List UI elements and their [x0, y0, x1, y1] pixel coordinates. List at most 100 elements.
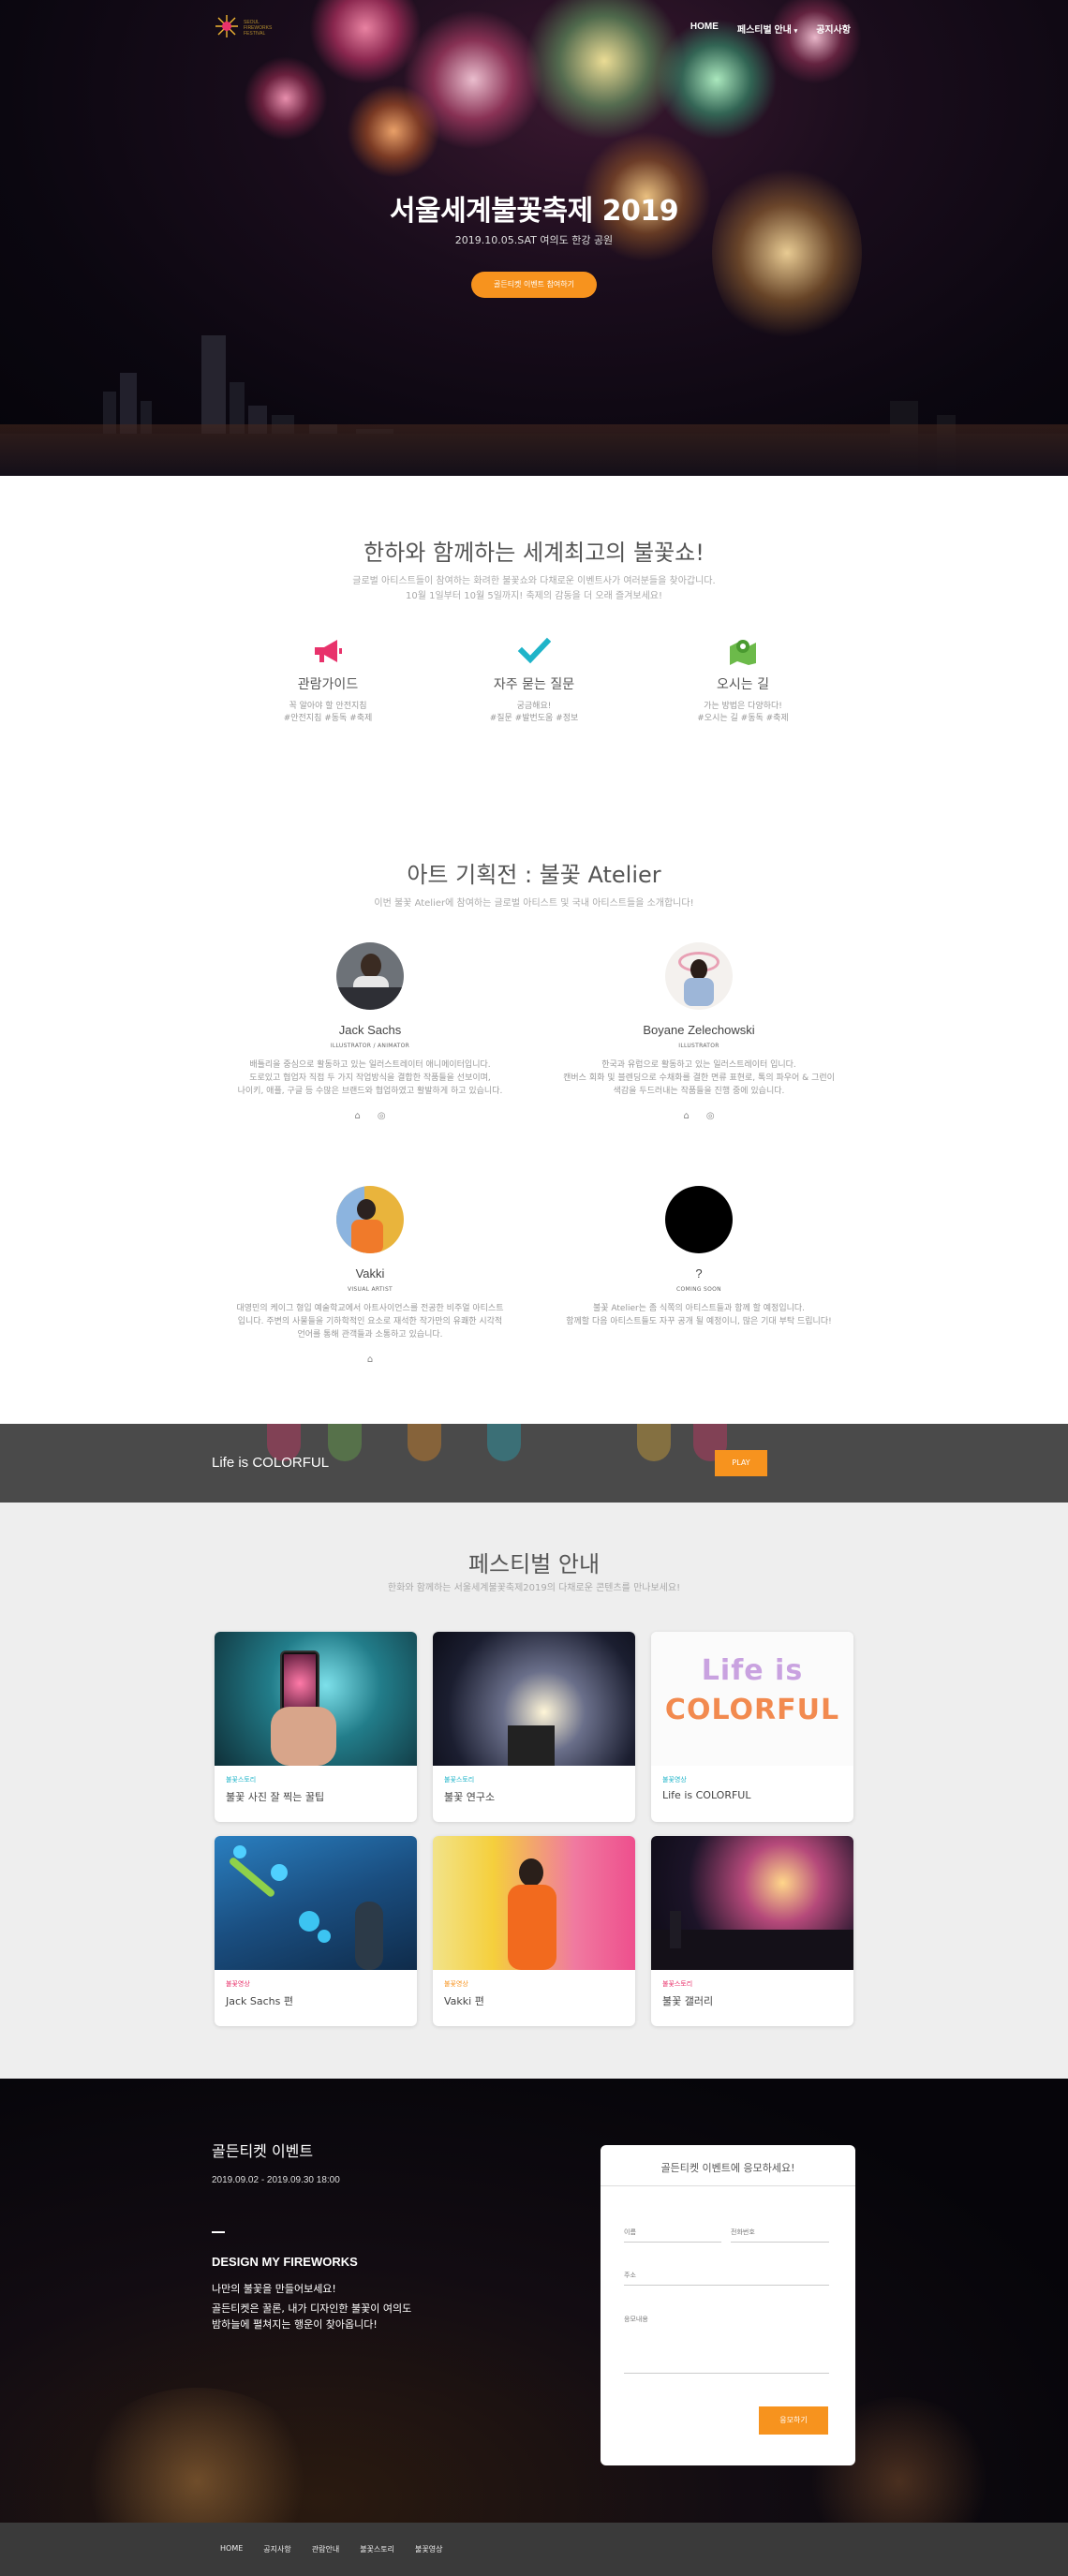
divider — [601, 2185, 855, 2186]
card-category: 불꽃스토리 — [662, 1980, 693, 1988]
content-card[interactable]: 불꽃영상 Jack Sachs 편 — [215, 1836, 417, 2026]
nav-item-home[interactable]: HOME — [690, 22, 719, 36]
chevron-down-icon: ▾ — [794, 28, 798, 35]
content-card[interactable]: 불꽃스토리 불꽃 연구소 — [433, 1632, 635, 1822]
avatar — [336, 942, 404, 1010]
event-heading: DESIGN MY FIREWORKS — [212, 2255, 358, 2269]
content-card[interactable]: 불꽃영상 Vakki 편 — [433, 1836, 635, 2026]
feature-title: 관람가이드 — [297, 677, 359, 692]
event-title: 골든티켓 이벤트 — [212, 2142, 314, 2160]
instagram-icon[interactable]: ◎ — [378, 1111, 386, 1121]
footer: HOME 공지사항 관람안내 불꽃스토리 불꽃영상 — [0, 2523, 1068, 2576]
avatar — [336, 1186, 404, 1253]
card-title: 불꽃 갤러리 — [662, 1995, 714, 2007]
artist-socials: ⌂ ◎ — [215, 1111, 525, 1121]
home-icon[interactable]: ⌂ — [683, 1111, 689, 1121]
artist-card-vakki: Vakki VISUAL ARTIST 대영민의 케이그 형입 예술학교에서 아… — [215, 1186, 525, 1365]
home-icon[interactable]: ⌂ — [367, 1355, 373, 1365]
decorative-shape — [487, 1424, 521, 1461]
megaphone-icon — [315, 640, 342, 662]
footer-link-home[interactable]: HOME — [220, 2544, 243, 2554]
play-button[interactable]: PLAY — [715, 1450, 767, 1476]
footer-link-notice[interactable]: 공지사항 — [263, 2544, 290, 2554]
phone-field[interactable]: 전화번호 — [731, 2228, 829, 2243]
artist-name: Boyane Zelechowski — [643, 1023, 755, 1037]
logo-text: SEOUL FIREWORKS FESTIVAL — [244, 20, 273, 37]
decorative-shape — [408, 1424, 441, 1461]
intro-desc-2: 10월 1일부터 10월 5일까지! 축제의 감동을 더 오래 즐겨보세요! — [405, 591, 663, 601]
artist-bio-line: 색감을 두드러내는 작품들을 진행 중에 있습니다. — [613, 1087, 785, 1096]
golden-ticket-section: 골든티켓 이벤트 2019.09.02 - 2019.09.30 18:00 D… — [0, 2079, 1068, 2523]
feature-faq[interactable]: 자주 묻는 질문 궁금해요! #질문 #발번도움 #정보 — [431, 637, 637, 725]
artist-socials: ⌂ ◎ — [544, 1111, 853, 1121]
nav-item-festival[interactable]: 페스티벌 안내 ▾ — [737, 22, 797, 36]
feature-guide[interactable]: 관람가이드 꼭 알아야 할 안전지침 #안전지침 #동독 #축제 — [225, 637, 431, 725]
artist-bio-line: 나이키, 애플, 구글 등 수많은 브랜드와 협업하였고 활발하게 하고 있습니… — [237, 1087, 503, 1096]
feature-tags: #오시는 길 #동독 #축제 — [697, 714, 789, 723]
card-image — [433, 1632, 635, 1766]
intro-desc-1: 글로벌 아티스트들이 참여하는 화려한 불꽃쇼와 다채로운 이벤트사가 여러분들… — [352, 576, 716, 586]
instagram-icon[interactable]: ◎ — [706, 1111, 715, 1121]
life-is-colorful-banner: Life is COLORFUL PLAY — [0, 1424, 1068, 1503]
feature-desc-line: 가는 방법은 다양하다! — [704, 702, 782, 711]
card-title: 불꽃 사진 잘 찍는 꿀팁 — [226, 1791, 325, 1803]
address-field[interactable]: 주소 — [624, 2271, 829, 2286]
artist-card-coming-soon: ? COMING SOON 불꽃 Atelier는 좀 식쪽의 아티스트들과 함… — [544, 1186, 853, 1328]
card-image — [651, 1836, 853, 1970]
nav-item-festival-label: 페스티벌 안내 — [736, 25, 792, 36]
artist-bio-line: 배틀리을 중심으로 활동하고 있는 일러스트레이터 애니메이터입니다. — [249, 1060, 491, 1070]
footer-link-video[interactable]: 불꽃영상 — [415, 2544, 442, 2554]
card-image — [215, 1632, 417, 1766]
avatar — [665, 942, 733, 1010]
form-heading: 골든티켓 이벤트에 응모하세요! — [660, 2162, 795, 2174]
feature-desc: 꼭 알아야 할 안전지침 #안전지침 #동독 #축제 — [225, 701, 431, 725]
atelier-desc: 이번 불꽃 Atelier에 참여하는 글로벌 아티스트 및 국내 아티스트들을… — [374, 898, 694, 909]
event-tagline: 나만의 불꽃을 만들어보세요! — [212, 2283, 336, 2295]
artist-role: ILLUSTRATOR / ANIMATOR — [330, 1043, 410, 1049]
message-textarea[interactable]: 응모내용 — [624, 2315, 829, 2374]
home-icon[interactable]: ⌂ — [354, 1111, 360, 1121]
festival-logo[interactable] — [214, 13, 240, 39]
festival-section: 페스티벌 안내 한화와 함께하는 서울세계불꽃축제2019의 다채로운 콘텐츠를… — [0, 1503, 1068, 2079]
artist-bio-line: 도로있고 협업자 직접 두 가지 작업방식을 결합한 작품들을 선보이며, — [249, 1073, 491, 1083]
decorative-shape — [637, 1424, 671, 1461]
festival-title: 페스티벌 안내 — [467, 1551, 601, 1577]
feature-desc: 가는 방법은 다양하다! #오시는 길 #동독 #축제 — [640, 701, 846, 725]
artist-role: VISUAL ARTIST — [347, 1286, 393, 1293]
artist-bio: 대영민의 케이그 형입 예술학교에서 아트사이언스를 전공한 비주얼 아티스트 … — [215, 1302, 525, 1341]
nav-item-notice[interactable]: 공지사항 — [816, 22, 851, 36]
artist-bio-line: 한국과 유럽으로 활동하고 있는 일러스트레이터 입니다. — [601, 1060, 796, 1070]
artist-card-jack-sachs: Jack Sachs ILLUSTRATOR / ANIMATOR 배틀리을 중… — [215, 942, 525, 1121]
artist-name: ? — [695, 1266, 703, 1281]
festival-desc: 한화와 함께하는 서울세계불꽃축제2019의 다채로운 콘텐츠를 만나보세요! — [387, 1583, 681, 1593]
avatar — [665, 1186, 733, 1253]
footer-link-guide[interactable]: 관람안내 — [312, 2544, 339, 2554]
artist-bio: 한국과 유럽으로 활동하고 있는 일러스트레이터 입니다. 캔버스 회화 및 블… — [544, 1059, 853, 1098]
card-image: Life is COLORFUL — [651, 1632, 853, 1766]
footer-link-story[interactable]: 불꽃스토리 — [360, 2544, 394, 2554]
name-field[interactable]: 이름 — [624, 2228, 721, 2243]
artist-role: COMING SOON — [676, 1286, 721, 1293]
content-card[interactable]: 불꽃스토리 불꽃 갤러리 — [651, 1836, 853, 2026]
hero-title: 서울세계불꽃축제 2019 — [389, 195, 679, 228]
content-card[interactable]: 불꽃스토리 불꽃 사진 잘 찍는 꿀팁 — [215, 1632, 417, 1822]
card-image — [433, 1836, 635, 1970]
card-category: 불꽃영상 — [444, 1980, 468, 1988]
river-reflection — [0, 424, 1068, 476]
artist-bio: 배틀리을 중심으로 활동하고 있는 일러스트레이터 애니메이터입니다. 도로있고… — [215, 1059, 525, 1098]
content-card[interactable]: Life is COLORFUL 불꽃영상 Life is COLORFUL — [651, 1632, 853, 1822]
card-image-lettering: COLORFUL — [664, 1694, 840, 1726]
submit-button[interactable]: 응모하기 — [759, 2406, 828, 2435]
card-category: 불꽃스토리 — [444, 1776, 475, 1784]
artist-bio-line: 캔버스 회화 및 블렌딩으로 수채화를 결한 면류 표현로, 톡의 파우어 & … — [563, 1073, 835, 1083]
feature-desc-line: 꼭 알아야 할 안전지침 — [289, 702, 367, 711]
artist-bio: 불꽃 Atelier는 좀 식쪽의 아티스트들과 함께 할 예정입니다. 함께할… — [544, 1302, 853, 1328]
golden-ticket-button[interactable]: 골든티켓 이벤트 참여하기 — [471, 272, 597, 298]
card-image — [215, 1836, 417, 1970]
card-title: Vakki 편 — [444, 1995, 484, 2007]
feature-tags: #질문 #발번도움 #정보 — [489, 714, 579, 723]
artist-bio-line: 입니다. 주변의 사물들을 기하학적인 요소로 재석한 작가만의 유쾌한 시각적 — [237, 1317, 503, 1326]
hero-subtitle: 2019.10.05.SAT 여의도 한강 공원 — [454, 234, 614, 246]
feature-directions[interactable]: 오시는 길 가는 방법은 다양하다! #오시는 길 #동독 #축제 — [640, 637, 846, 725]
artist-bio-line: 함께할 다음 아티스트들도 자꾸 공개 될 예정이니, 많은 기대 부탁 드립니… — [566, 1317, 832, 1326]
